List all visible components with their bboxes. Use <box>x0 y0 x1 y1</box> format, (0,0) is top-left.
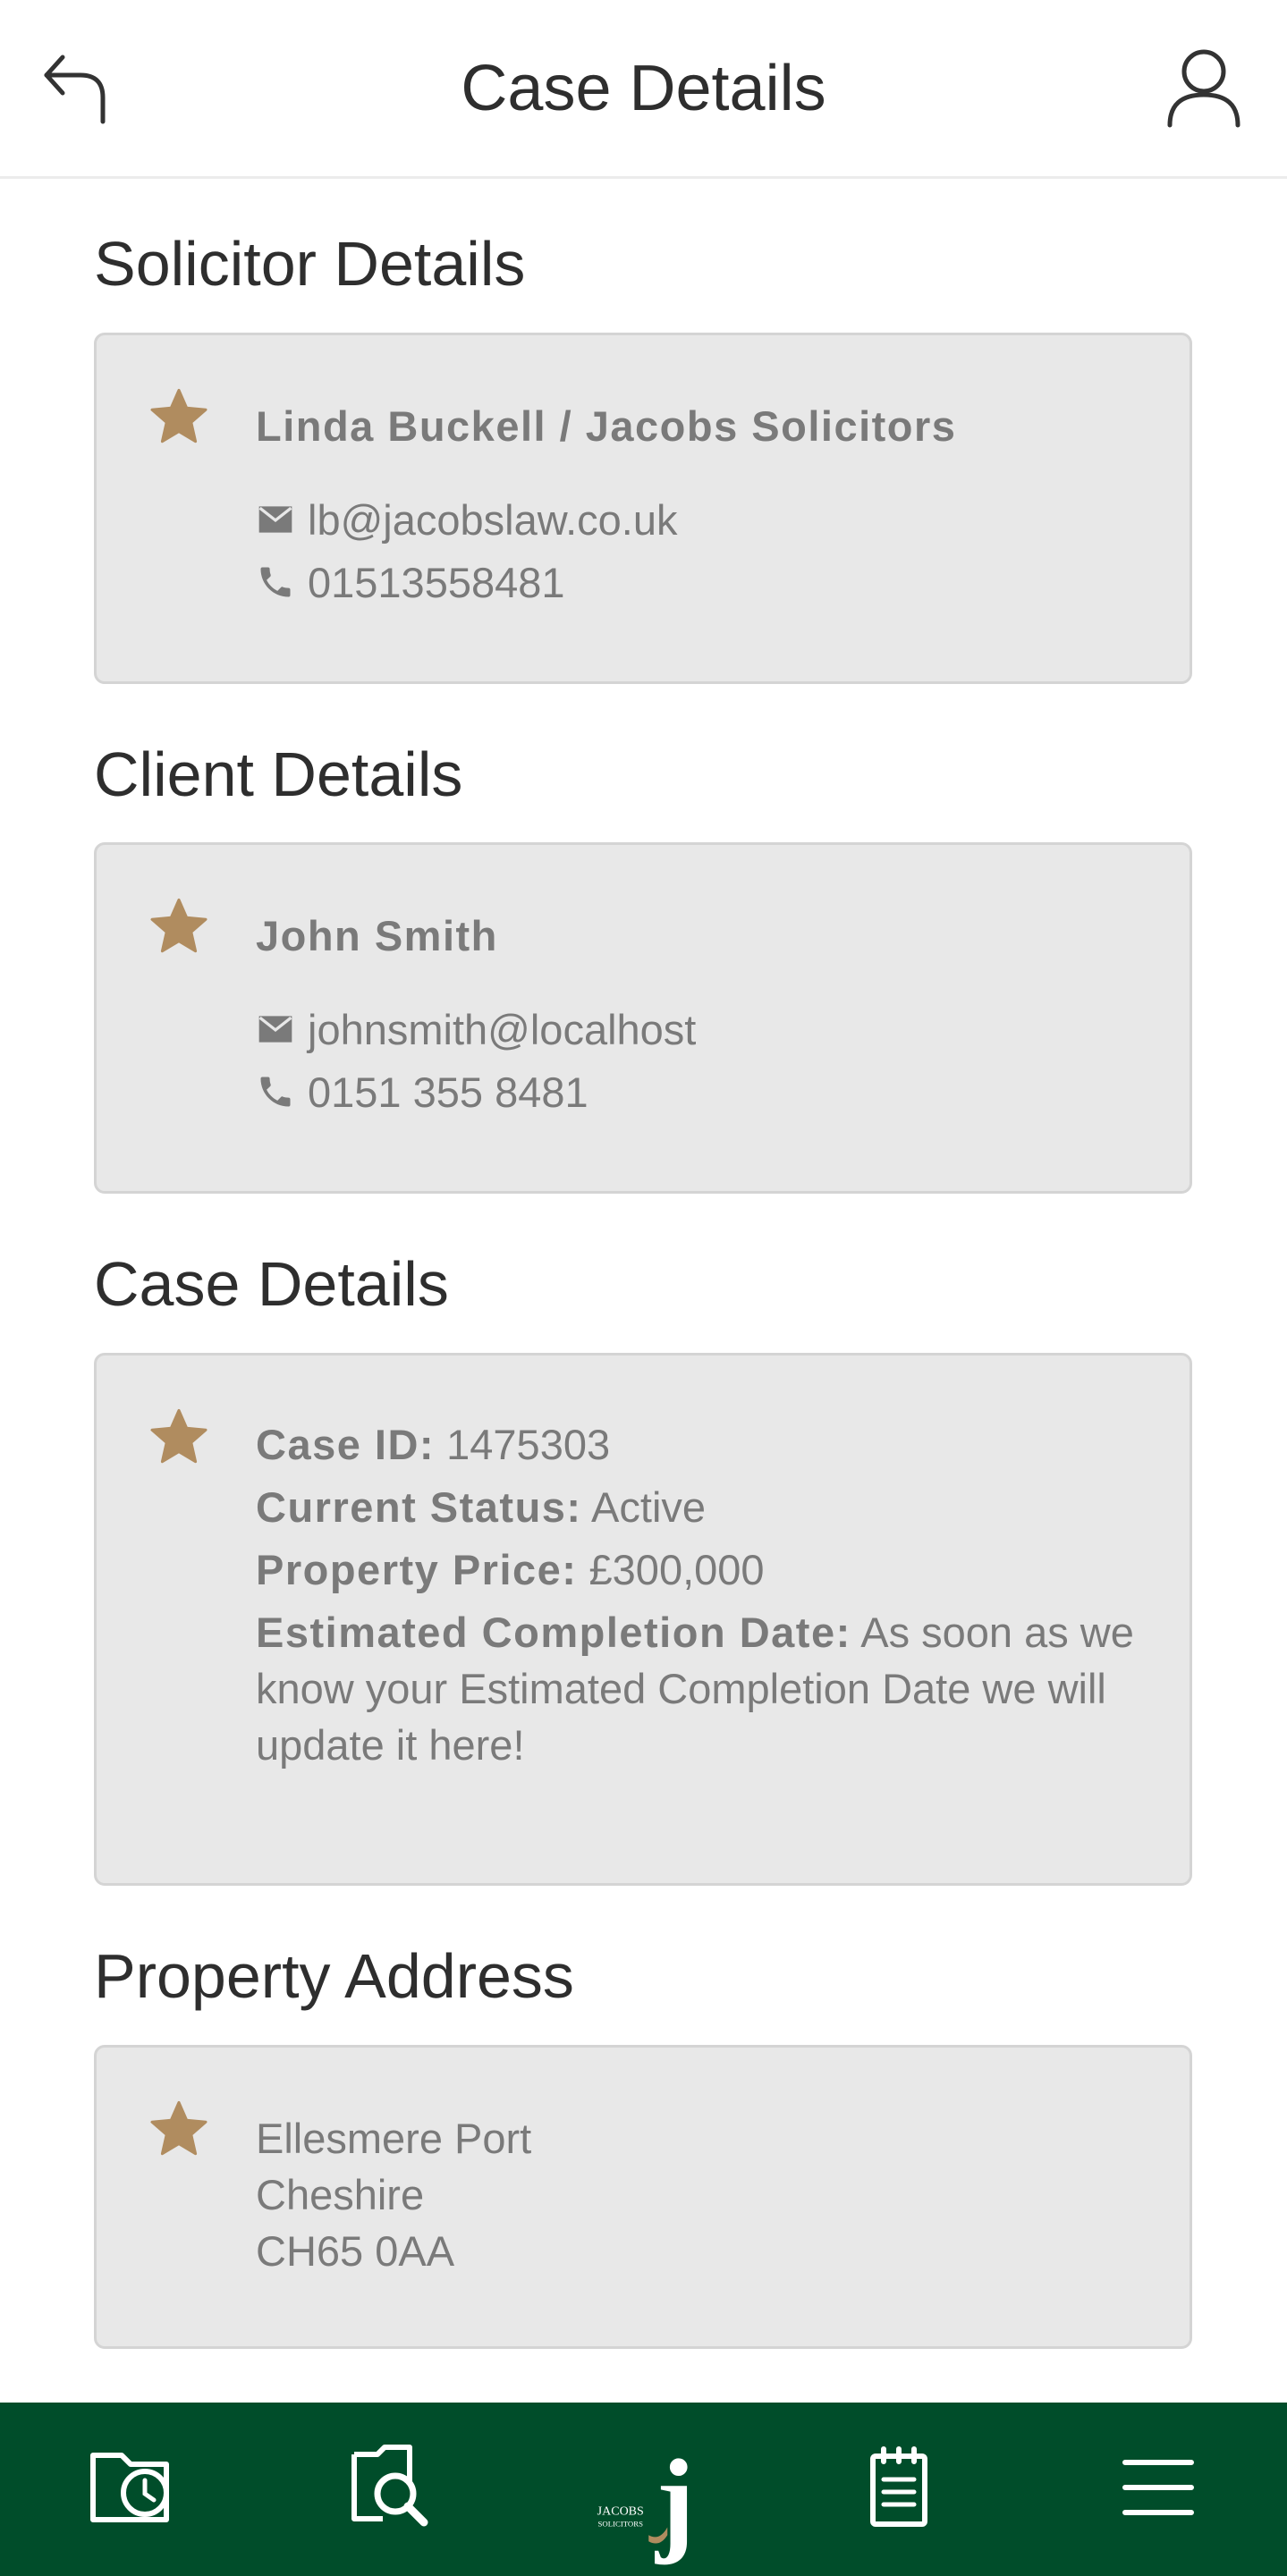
case-id-label: Case ID: <box>256 1421 436 1468</box>
logo-text-bottom: SOLICITORS <box>598 2519 644 2528</box>
price-row: Property Price: £300,000 <box>256 1541 1150 1598</box>
client-name: John Smith <box>256 912 498 959</box>
case-section-title: Case Details <box>94 1249 449 1319</box>
nav-search-documents[interactable] <box>326 2429 452 2546</box>
nav-case-history[interactable] <box>67 2429 192 2546</box>
price-value: £300,000 <box>577 1546 765 1593</box>
client-email: johnsmith@localhost <box>308 1005 697 1053</box>
phone-icon <box>260 567 291 597</box>
status-value: Active <box>581 1483 707 1531</box>
jacobs-home-logo: JACOBS SOLICITORS j <box>597 2436 695 2565</box>
solicitor-email: lb@jacobslaw.co.uk <box>308 495 678 544</box>
user-profile-icon <box>1167 49 1240 128</box>
app-header: Case Details <box>0 0 1287 179</box>
user-profile-button[interactable] <box>1159 39 1249 138</box>
search-documents-icon <box>351 2445 428 2527</box>
status-label: Current Status: <box>256 1483 582 1531</box>
case-id-value: 1475303 <box>435 1421 611 1468</box>
bottom-navigation-bar: JACOBS SOLICITORS j <box>0 2403 1287 2576</box>
price-label: Property Price: <box>256 1546 578 1593</box>
completion-row: Estimated Completion Date: As soon as we… <box>256 1604 1150 1773</box>
menu-icon <box>1122 2460 1194 2515</box>
case-card: Case ID: 1475303 Current Status: Active … <box>94 1353 1192 1886</box>
page-title: Case Details <box>461 53 826 124</box>
case-history-icon <box>90 2453 169 2522</box>
address-line: Ellesmere Port <box>256 2115 532 2162</box>
logo-letter: j <box>654 2436 695 2565</box>
solicitor-card: Linda Buckell / Jacobs Solicitors lb@jac… <box>94 333 1192 684</box>
client-phone: 0151 355 8481 <box>308 1068 588 1116</box>
client-section-title: Client Details <box>94 739 463 809</box>
nav-menu[interactable] <box>1095 2429 1220 2546</box>
property-card: Ellesmere Port Cheshire CH65 0AA <box>94 2045 1192 2349</box>
client-email-row[interactable]: johnsmith@localhost <box>256 1004 696 1054</box>
solicitor-name: Linda Buckell / Jacobs Solicitors <box>256 402 957 450</box>
property-section-title: Property Address <box>94 1941 574 2011</box>
address-line: CH65 0AA <box>256 2227 455 2275</box>
client-phone-row[interactable]: 0151 355 8481 <box>256 1067 588 1117</box>
completion-label: Estimated Completion Date: <box>256 1609 851 1656</box>
solicitor-phone-row[interactable]: 01513558481 <box>256 557 565 607</box>
star-icon <box>150 388 207 443</box>
solicitor-phone: 01513558481 <box>308 558 565 606</box>
email-icon <box>258 506 292 533</box>
star-icon <box>150 2100 207 2156</box>
notes-icon <box>870 2446 927 2527</box>
solicitor-section-title: Solicitor Details <box>94 229 526 299</box>
logo-text-top: JACOBS <box>597 2504 644 2518</box>
address-line: Cheshire <box>256 2171 425 2218</box>
email-icon <box>258 1016 292 1043</box>
star-icon <box>150 898 207 953</box>
nav-notes[interactable] <box>836 2429 961 2546</box>
nav-home-logo[interactable]: JACOBS SOLICITORS j <box>581 2411 707 2572</box>
solicitor-email-row[interactable]: lb@jacobslaw.co.uk <box>256 494 677 545</box>
phone-icon <box>260 1077 291 1107</box>
client-card: John Smith johnsmith@localhost 0151 355 … <box>94 842 1192 1194</box>
status-row: Current Status: Active <box>256 1479 1150 1535</box>
case-id-row: Case ID: 1475303 <box>256 1416 1150 1473</box>
star-icon <box>150 1408 207 1464</box>
